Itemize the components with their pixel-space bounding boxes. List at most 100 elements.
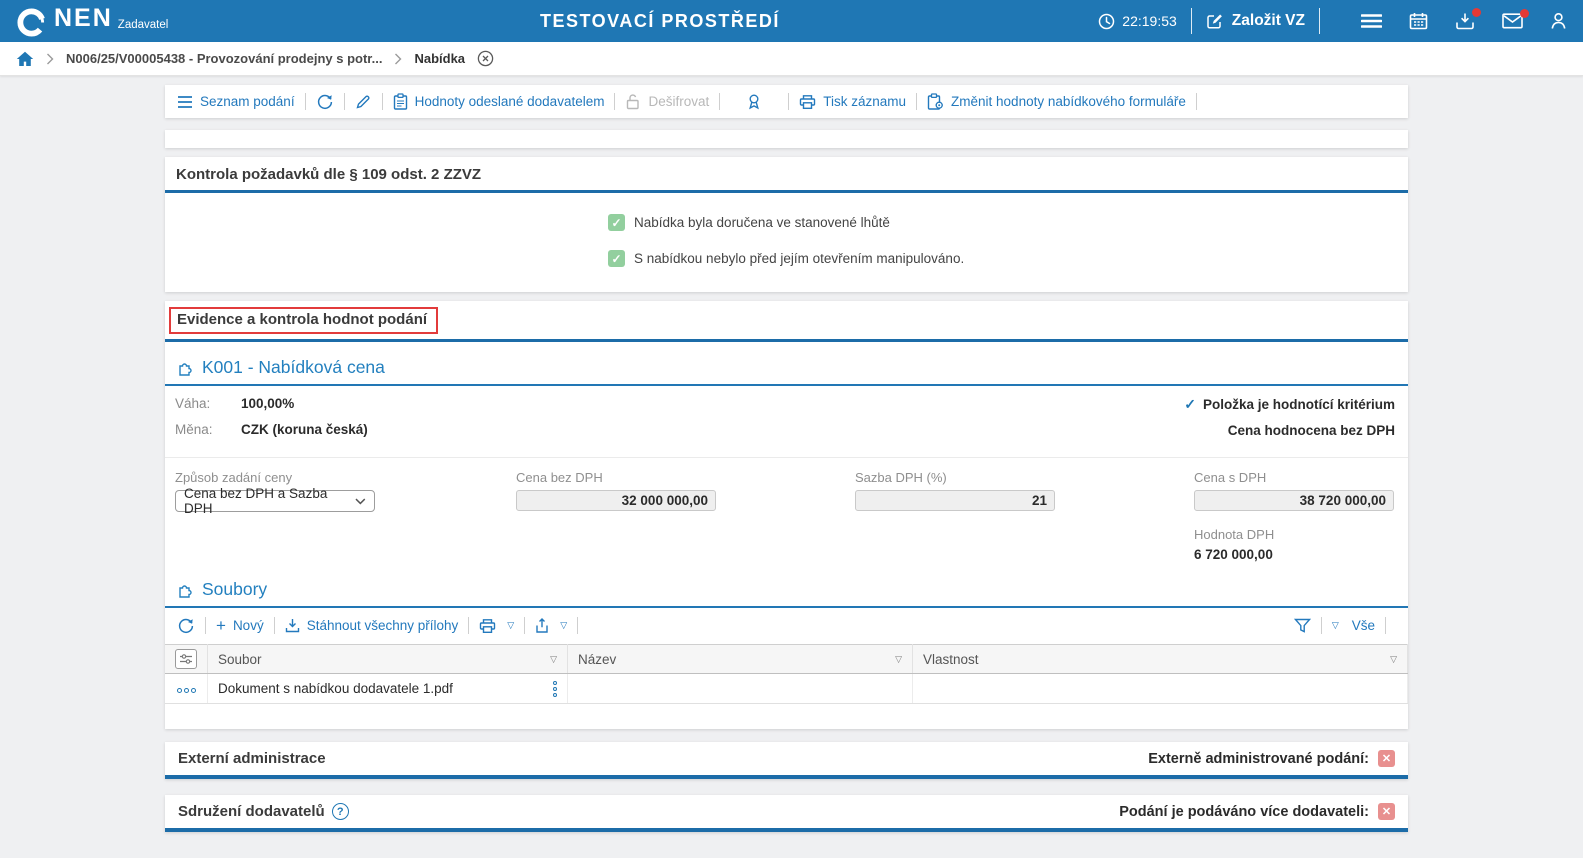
files-table-header-row: Soubor ▽ Název ▽ Vlastnost ▽	[165, 644, 1408, 674]
sazba-dph-input[interactable]: 21	[855, 490, 1055, 511]
divider	[1319, 8, 1320, 34]
lock-open-icon	[627, 94, 640, 110]
hodnota-dph-field: Hodnota DPH 6 720 000,00	[1194, 527, 1398, 562]
menu-button[interactable]	[1361, 13, 1382, 29]
help-icon[interactable]: ?	[331, 803, 349, 820]
dropdown-triangle-icon: ▽	[507, 620, 515, 630]
toolbar-separator	[614, 93, 616, 110]
puzzle-icon	[179, 585, 192, 598]
award-button[interactable]	[746, 93, 762, 110]
green-checkbox-icon[interactable]: ✓	[608, 214, 625, 231]
cena-bez-dph-label: Cena bez DPH	[516, 470, 603, 485]
files-print-button[interactable]: ▽	[479, 618, 514, 634]
seznam-podani-button[interactable]: Seznam podání	[177, 94, 295, 109]
chevron-right-icon	[46, 53, 54, 65]
sliders-icon	[180, 654, 192, 664]
files-export-button[interactable]: ▽	[535, 617, 567, 634]
stahnout-prilohy-button[interactable]: Stáhnout všechny přílohy	[285, 618, 458, 634]
novy-button[interactable]: + Nový	[216, 617, 264, 634]
breadcrumb-item-procurement[interactable]: N006/25/V00005438 - Provozování prodejny…	[66, 51, 382, 66]
vaha-row: Váha: 100,00%	[175, 396, 368, 411]
column-filter-icon[interactable]: ▽	[550, 654, 557, 665]
toolbar-separator	[788, 93, 790, 110]
clipboard-icon	[393, 93, 407, 110]
logo-text: NEN	[54, 3, 113, 32]
close-circle-icon	[477, 50, 494, 67]
hodnoty-odeslane-button[interactable]: Hodnoty odeslané dodavatelem	[393, 93, 604, 110]
logo-subtitle: Zadavatel	[117, 18, 169, 31]
sdruzeni-dodavatelu-section: Sdružení dodavatelů ? Podání je podáváno…	[165, 795, 1408, 832]
row-menu-icon[interactable]	[553, 680, 557, 697]
person-icon	[1551, 12, 1566, 29]
list-icon	[178, 95, 192, 108]
green-checkbox-icon[interactable]: ✓	[608, 250, 625, 267]
nen-logo-icon	[17, 7, 46, 37]
nen-logo[interactable]: NEN Zadavatel	[16, 5, 168, 38]
tisk-zaznamu-button[interactable]: Tisk záznamu	[799, 94, 906, 110]
puzzle-icon	[179, 363, 192, 376]
messages-button[interactable]	[1502, 9, 1529, 29]
downloads-button[interactable]	[1455, 8, 1481, 30]
cena-bez-dph-input[interactable]: 32 000 000,00	[516, 490, 716, 511]
column-header-soubor[interactable]: Soubor ▽	[207, 644, 568, 674]
chevron-down-icon	[355, 498, 366, 504]
home-icon	[16, 51, 34, 66]
zpusob-zadani-select[interactable]: Cena bez DPH a Sazba DPH	[175, 486, 375, 516]
zmenit-hodnoty-button[interactable]: Změnit hodnoty nabídkového formuláře	[927, 93, 1186, 110]
files-toolbar: + Nový Stáhnout všechny přílohy ▽ ▽ ▽ Vš…	[165, 610, 1408, 641]
cena-s-dph-field: Cena s DPH 38 720 000,00	[1194, 470, 1398, 512]
column-header-vlastnost[interactable]: Vlastnost ▽	[912, 644, 1408, 674]
home-button[interactable]	[16, 51, 34, 67]
toolbar-separator	[468, 617, 470, 634]
zpusob-zadani-label: Způsob zadání ceny	[175, 470, 293, 485]
toolbar-separator	[381, 93, 383, 110]
printer-icon	[800, 94, 816, 109]
cena-bez-dph-flag-label: Cena hodnocena bez DPH	[1227, 423, 1395, 438]
column-settings-button[interactable]	[165, 644, 208, 674]
award-icon	[749, 94, 760, 110]
red-x-checkbox-icon[interactable]: ✕	[1378, 750, 1395, 767]
evidence-section: Evidence a kontrola hodnot podání K001 -…	[165, 301, 1408, 729]
close-tab-button[interactable]	[477, 50, 494, 67]
sazba-dph-field: Sazba DPH (%) 21	[855, 470, 1194, 512]
time-value: 22:19:53	[1122, 13, 1177, 29]
profile-button[interactable]	[1550, 12, 1567, 30]
column-filter-icon[interactable]: ▽	[1390, 654, 1397, 665]
section-underline	[165, 339, 1408, 342]
edit-button[interactable]	[355, 93, 372, 110]
filter-button[interactable]	[1293, 618, 1311, 633]
clock-icon	[1099, 13, 1115, 29]
files-refresh-button[interactable]	[177, 617, 195, 635]
file-vlastnost-cell	[912, 673, 1408, 704]
top-bar: NEN Zadavatel TESTOVACÍ PROSTŘEDÍ 22:19:…	[0, 0, 1583, 42]
k001-subsection-header: K001 - Nabídková cena	[177, 357, 1408, 378]
sdruzeni-dodavatelu-title: Sdružení dodavatelů	[178, 803, 325, 820]
soubory-subsection-header: Soubory	[177, 579, 1408, 600]
check-manipulace: ✓ S nabídkou nebylo před jejím otevřením…	[608, 250, 1408, 267]
messages-notification-dot	[1520, 9, 1529, 18]
file-name[interactable]: Dokument s nabídkou dodavatele 1.pdf	[218, 681, 453, 696]
breadcrumb-item-nabidka[interactable]: Nabídka	[414, 51, 465, 66]
column-filter-icon[interactable]: ▽	[895, 654, 902, 665]
hodnotici-kriterium-flag: ✓ Položka je hodnotící kritérium	[1184, 396, 1395, 413]
edit-square-icon	[1207, 14, 1222, 29]
record-toolbar: Seznam podání Hodnoty odeslané dodavatel…	[165, 85, 1408, 118]
toolbar-separator	[273, 617, 275, 634]
calendar-button[interactable]	[1409, 12, 1428, 30]
vse-filter-button[interactable]: ▽ Vše	[1332, 618, 1375, 633]
file-table-row[interactable]: Dokument s nabídkou dodavatele 1.pdf	[165, 673, 1408, 704]
chevron-right-icon	[394, 53, 402, 65]
vice-dodavateli-label: Podání je podáváno více dodavateli:	[1119, 803, 1369, 820]
toolbar-separator	[719, 93, 721, 110]
toolbar-separator	[577, 617, 579, 634]
session-time: 22:19:53	[1098, 13, 1177, 30]
cena-s-dph-input[interactable]: 38 720 000,00	[1194, 490, 1394, 511]
row-actions-icon[interactable]	[176, 688, 196, 693]
red-x-checkbox-icon[interactable]: ✕	[1378, 803, 1395, 820]
create-vz-button[interactable]: Založit VZ	[1206, 12, 1305, 30]
check-manipulace-label: S nabídkou nebylo před jejím otevřením m…	[634, 251, 965, 266]
column-header-nazev[interactable]: Název ▽	[567, 644, 913, 674]
toolbar-separator	[1320, 617, 1322, 634]
empty-record-strip	[165, 130, 1408, 148]
refresh-button[interactable]	[316, 93, 334, 111]
